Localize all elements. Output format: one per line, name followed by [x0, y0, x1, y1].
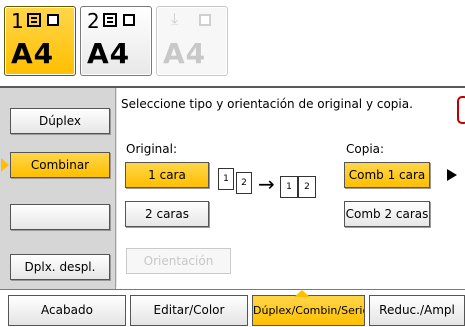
function-sidebar: Dúplex Combinar Dplx. despl. [0, 88, 116, 289]
paper-stack-icon [27, 13, 41, 27]
tray-number: 1 [11, 9, 24, 33]
copy-comb-1-side-button[interactable]: Comb 1 cara [344, 162, 430, 188]
paper-icon [199, 14, 211, 26]
page-icon: 1 [280, 176, 298, 198]
sidebar-item-blank[interactable] [10, 204, 110, 230]
tab-reduc-ampl[interactable]: Reduc./Ampl [369, 295, 465, 326]
tab-duplex-combin-serie[interactable]: Dúplex/Combin/Serie [252, 295, 365, 326]
instruction-text: Seleccione tipo y orientación de origina… [121, 97, 413, 111]
tray-1-button[interactable]: 1 A4 [4, 6, 76, 76]
paper-icon [47, 14, 59, 26]
tab-editar-color[interactable]: Editar/Color [130, 295, 248, 326]
copy-comb-2-sides-button[interactable]: Comb 2 caras [344, 201, 430, 227]
active-tab-pointer-icon [294, 290, 310, 297]
sidebar-item-combinar[interactable]: Combinar [10, 152, 110, 178]
bypass-tray-icon: ⤓ [171, 9, 179, 28]
sidebar-item-duplex[interactable]: Dúplex [10, 108, 110, 134]
page-icon: 2 [236, 172, 252, 194]
page-icon: 2 [298, 176, 316, 198]
play-icon[interactable] [447, 169, 457, 181]
paper-icon [123, 14, 135, 26]
bypass-tray-button[interactable]: ⤓ A4 [156, 6, 228, 76]
copy-label: Copia: [346, 142, 385, 156]
function-tab-bar: Acabado Editar/Color Dúplex/Combin/Serie… [0, 289, 465, 327]
tray-number: 2 [87, 9, 100, 33]
paper-tray-bar: 1 A4 2 A4 ⤓ A4 [0, 0, 465, 82]
tray-paper-size: A4 [11, 37, 55, 70]
tray-paper-size: A4 [163, 37, 207, 70]
settings-content: Seleccione tipo y orientación de origina… [117, 88, 465, 289]
original-label: Original: [126, 142, 177, 156]
sidebar-item-dplx-despl[interactable]: Dplx. despl. [10, 254, 110, 280]
paper-stack-icon [103, 13, 117, 27]
tab-acabado[interactable]: Acabado [8, 295, 126, 326]
arrow-right-icon: → [258, 172, 275, 196]
alert-button[interactable] [457, 96, 465, 124]
tray-2-button[interactable]: 2 A4 [80, 6, 152, 76]
main-panel: Dúplex Combinar Dplx. despl. Seleccione … [0, 86, 465, 289]
orientation-button[interactable]: Orientación [126, 248, 231, 274]
original-2-sides-button[interactable]: 2 caras [125, 201, 209, 227]
selection-marker-icon [1, 158, 9, 172]
page-icon: 1 [218, 168, 234, 190]
tray-paper-size: A4 [87, 37, 131, 70]
original-1-side-button[interactable]: 1 cara [125, 162, 209, 188]
